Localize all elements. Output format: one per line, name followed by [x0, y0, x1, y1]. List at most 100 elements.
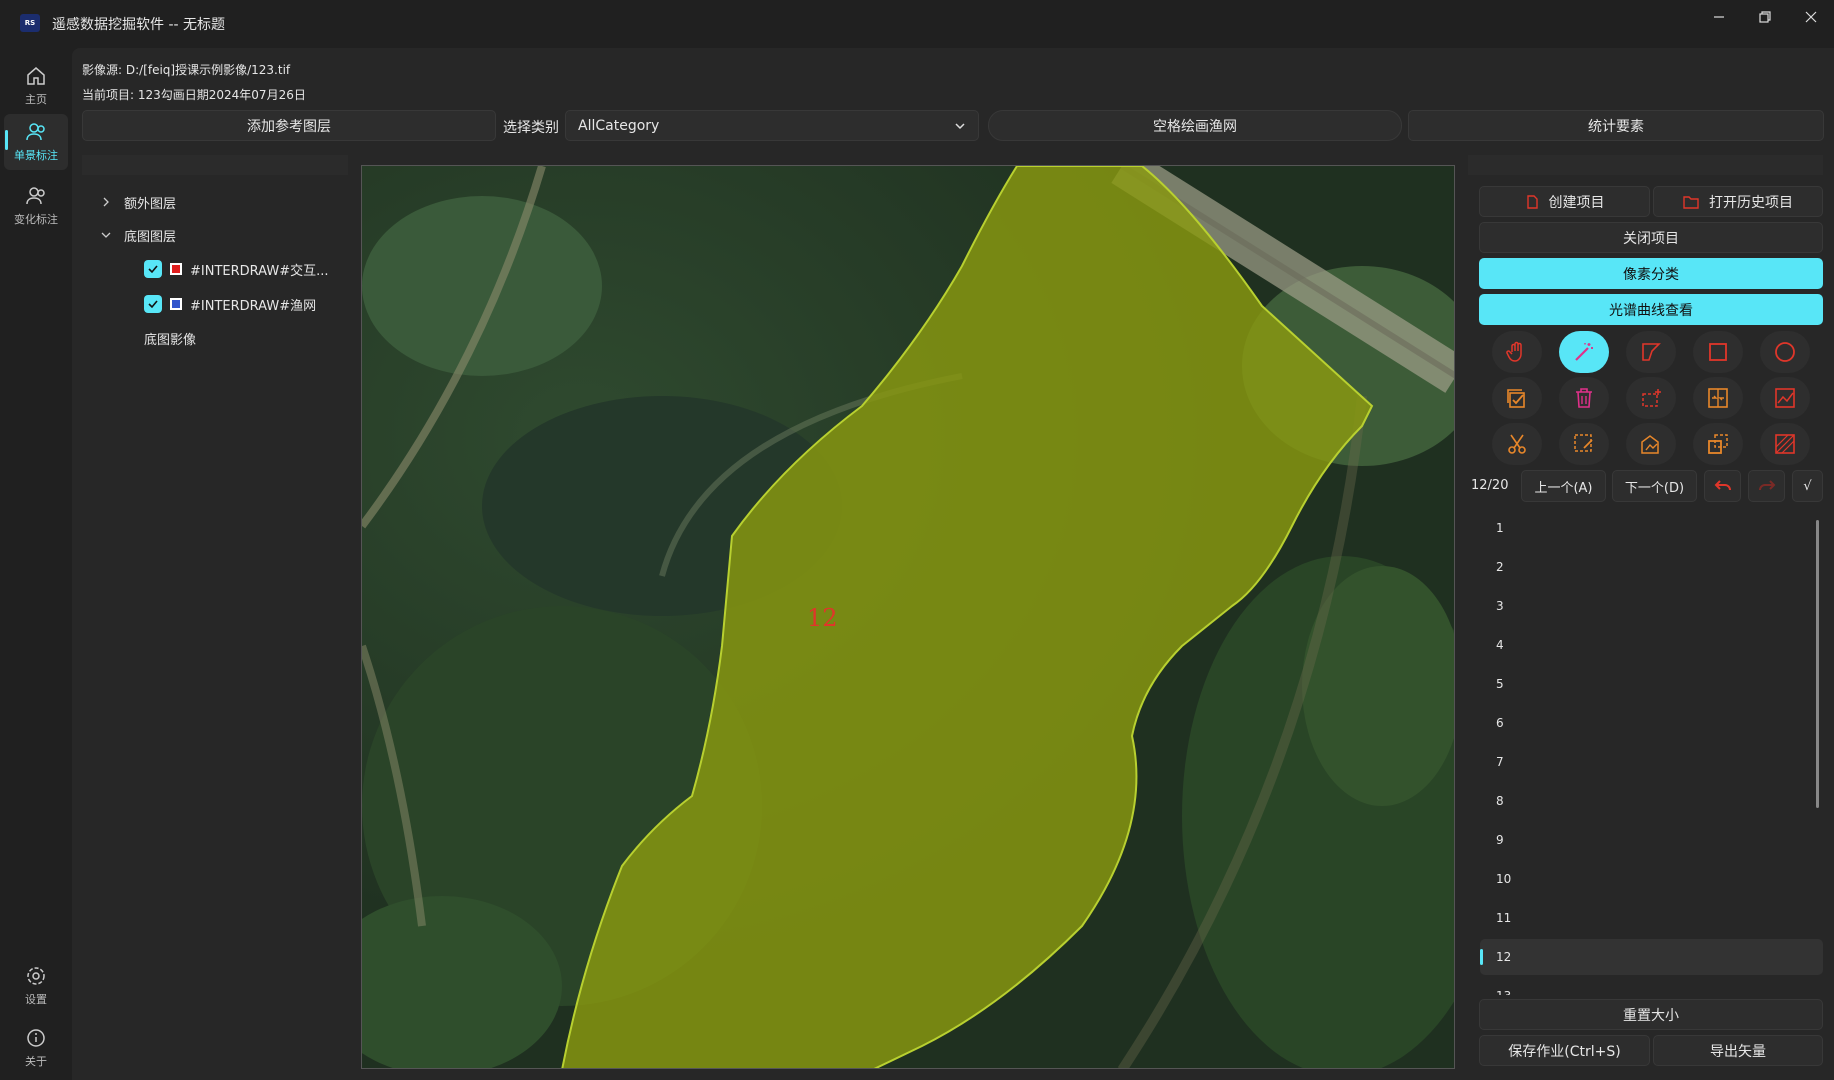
reshape-tool[interactable]: [1626, 423, 1676, 465]
list-item[interactable]: 11: [1480, 900, 1823, 936]
layer2-checkbox[interactable]: [144, 295, 162, 313]
circle-icon: [1775, 342, 1795, 362]
magic-wand-tool[interactable]: [1559, 331, 1609, 373]
list-item-label: 9: [1496, 833, 1504, 847]
list-item-label: 4: [1496, 638, 1504, 652]
list-item-label: 6: [1496, 716, 1504, 730]
tree-layer-interdraw[interactable]: #INTERDRAW#交互...: [144, 254, 328, 284]
nav-single-annotation[interactable]: 单景标注: [4, 114, 68, 170]
list-item-label: 3: [1496, 599, 1504, 613]
list-scrollbar[interactable]: [1816, 520, 1819, 808]
pan-tool[interactable]: [1492, 331, 1542, 373]
nav-change-annotation[interactable]: 变化标注: [4, 178, 68, 234]
title-bar: [0, 0, 1834, 48]
restore-button[interactable]: [1742, 0, 1788, 34]
circle-draw-tool[interactable]: [1760, 331, 1810, 373]
reset-size-button[interactable]: 重置大小: [1479, 999, 1823, 1030]
tree-extra-layers-label: 额外图层: [124, 196, 177, 212]
stats-features-button[interactable]: 统计要素: [1408, 110, 1824, 141]
nav-home[interactable]: 主页: [4, 58, 68, 114]
redo-button[interactable]: [1748, 470, 1785, 502]
rectangle-draw-tool[interactable]: [1693, 331, 1743, 373]
map-canvas[interactable]: 12: [361, 165, 1455, 1069]
undo-button[interactable]: [1704, 470, 1741, 502]
list-item-label: 13: [1496, 989, 1511, 995]
list-item[interactable]: 3: [1480, 588, 1823, 624]
merge-tool[interactable]: [1693, 377, 1743, 419]
polygon-draw-tool[interactable]: [1626, 331, 1676, 373]
create-project-button[interactable]: 创建项目: [1479, 186, 1650, 217]
edit-selection-tool[interactable]: [1559, 423, 1609, 465]
add-reference-layer-button[interactable]: 添加参考图层: [82, 110, 496, 141]
minimize-icon: [1714, 16, 1724, 18]
tree-base-image[interactable]: 底图影像: [144, 323, 196, 353]
add-rectangle-tool[interactable]: [1626, 377, 1676, 419]
list-item[interactable]: 6: [1480, 705, 1823, 741]
image-source-text: 影像源: D:/[feiq]授课示例影像/123.tif: [82, 63, 291, 77]
open-history-button[interactable]: 打开历史项目: [1653, 186, 1823, 217]
hatch-icon: [1775, 434, 1795, 454]
list-item[interactable]: 9: [1480, 822, 1823, 858]
feature-list[interactable]: 12345678910111213: [1468, 510, 1828, 995]
tree-extra-layers[interactable]: 额外图层: [100, 187, 176, 217]
reshape-icon: [1641, 435, 1659, 454]
home-icon: [27, 67, 45, 85]
open-history-label: 打开历史项目: [1709, 194, 1793, 211]
list-item[interactable]: 4: [1480, 627, 1823, 663]
new-file-icon: [1526, 194, 1538, 209]
nav-settings[interactable]: 设置: [4, 958, 68, 1014]
dashed-add-icon: [1642, 389, 1661, 407]
close-button[interactable]: [1788, 0, 1834, 34]
tree-layer-fishnet[interactable]: #INTERDRAW#渔网: [144, 289, 316, 319]
gear-icon: [27, 967, 45, 985]
list-item[interactable]: 2: [1480, 549, 1823, 585]
chevron-right-icon: [103, 197, 109, 207]
save-job-button[interactable]: 保存作业(Ctrl+S): [1479, 1035, 1650, 1066]
merge-icon: [1708, 388, 1728, 408]
people-icon: [26, 187, 45, 205]
next-button[interactable]: 下一个(D): [1612, 470, 1697, 502]
list-item[interactable]: 12: [1480, 939, 1823, 975]
cut-tool[interactable]: [1492, 423, 1542, 465]
layer1-checkbox[interactable]: [144, 260, 162, 278]
checklist-icon: [1507, 389, 1525, 408]
layer-panel-header: [82, 155, 348, 175]
delete-tool[interactable]: [1559, 377, 1609, 419]
list-item-label: 2: [1496, 560, 1504, 574]
spectral-curve-button[interactable]: 光谱曲线查看: [1479, 294, 1823, 325]
create-project-label: 创建项目: [1548, 194, 1605, 211]
grid-draw-button[interactable]: 空格绘画渔网: [988, 110, 1402, 141]
chart-tool[interactable]: [1760, 377, 1810, 419]
nav-about[interactable]: 关于: [4, 1020, 68, 1076]
layer1-label: #INTERDRAW#交互...: [190, 263, 329, 279]
undo-icon: [1714, 480, 1731, 491]
close-project-button[interactable]: 关闭项目: [1479, 222, 1823, 253]
previous-button[interactable]: 上一个(A): [1521, 470, 1606, 502]
copy-tool[interactable]: [1693, 423, 1743, 465]
list-item[interactable]: 7: [1480, 744, 1823, 780]
list-item[interactable]: 5: [1480, 666, 1823, 702]
select-all-tool[interactable]: [1492, 377, 1542, 419]
scissors-icon: [1508, 434, 1526, 454]
pixel-classify-button[interactable]: 像素分类: [1479, 258, 1823, 289]
right-panel-header: [1468, 155, 1823, 175]
category-select[interactable]: AllCategory: [565, 110, 979, 141]
nav-active-indicator: [5, 130, 8, 150]
list-item[interactable]: 13: [1480, 978, 1823, 995]
minimize-button[interactable]: [1696, 0, 1742, 34]
export-vector-button[interactable]: 导出矢量: [1653, 1035, 1823, 1066]
nav-home-label: 主页: [25, 93, 47, 106]
trash-icon: [1576, 388, 1592, 408]
layer1-color-swatch: [170, 263, 182, 275]
fill-tool[interactable]: [1760, 423, 1810, 465]
confirm-button[interactable]: √: [1792, 470, 1823, 502]
list-item[interactable]: 10: [1480, 861, 1823, 897]
list-item-label: 5: [1496, 677, 1504, 691]
copy-icon: [1708, 434, 1728, 454]
list-item[interactable]: 8: [1480, 783, 1823, 819]
base-image-label: 底图影像: [144, 332, 197, 348]
hand-icon: [1506, 341, 1522, 362]
tree-base-layers[interactable]: 底图图层: [100, 220, 176, 250]
nav-about-label: 关于: [25, 1055, 47, 1068]
list-item[interactable]: 1: [1480, 510, 1823, 546]
